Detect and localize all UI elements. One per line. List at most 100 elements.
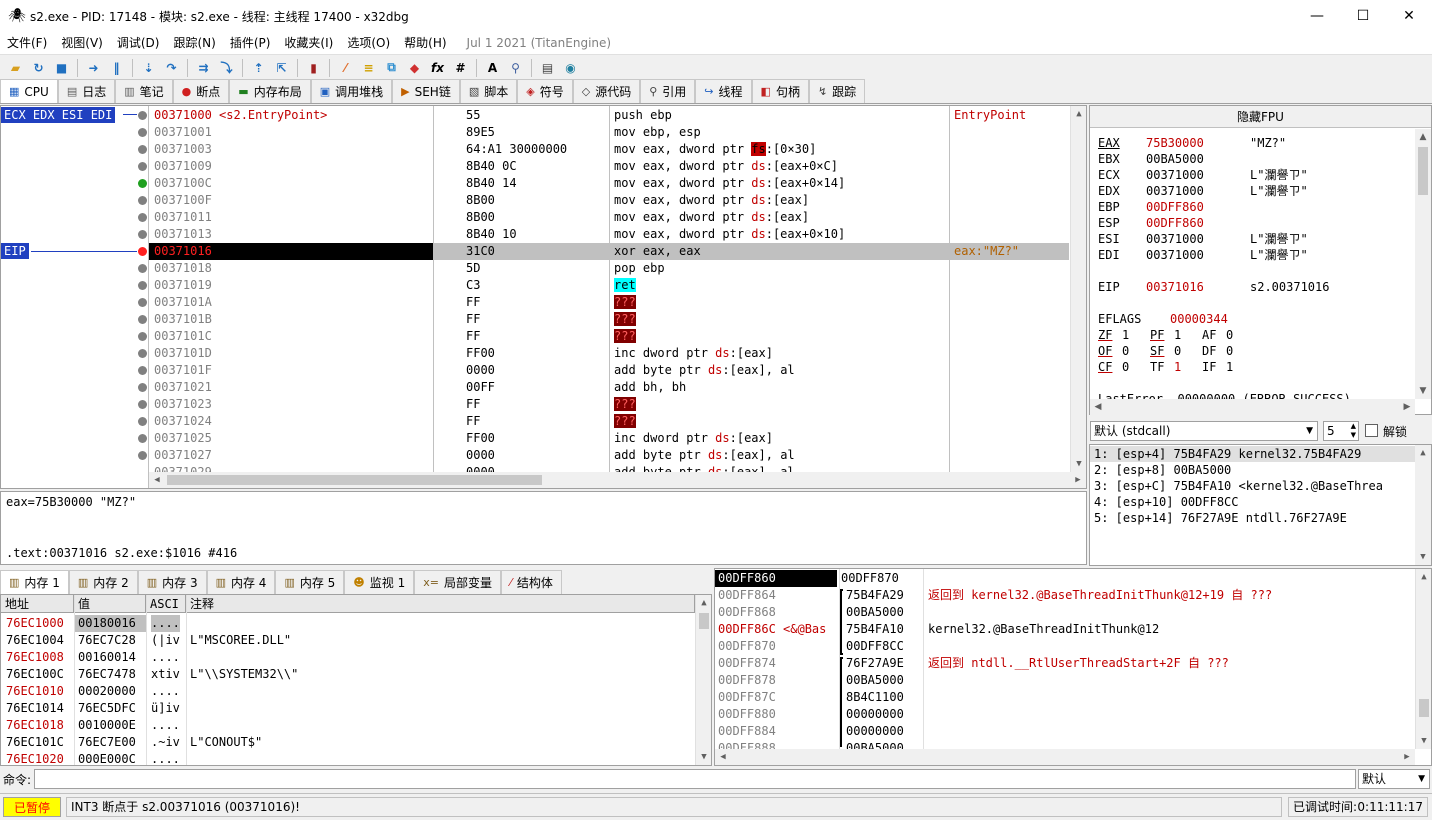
register-ecx[interactable]: ECX 00371000 L"瀾譽ㄗ" [1098, 167, 1308, 183]
dump-row[interactable]: 76EC1000 00180016.... [1, 615, 695, 632]
stack-row[interactable]: 00DFF870 00DFF8CC [715, 638, 1415, 655]
scroll-right-icon[interactable]: ▶ [1399, 749, 1415, 765]
menu-item[interactable]: 视图(V) [54, 32, 110, 54]
command-mode-select[interactable]: 默认 ▼ [1358, 769, 1430, 789]
dump-tab-7[interactable]: ⁄ 结构体 [500, 570, 562, 594]
dump-tab-2[interactable]: ▥ 内存 3 [137, 570, 207, 594]
tab-4[interactable]: ▬ 内存布局 [229, 79, 311, 103]
scroll-down-icon[interactable]: ▼ [1071, 456, 1087, 472]
menu-item[interactable]: 调试(D) [110, 32, 167, 54]
breakpoint-dot[interactable] [138, 145, 147, 154]
breakpoint-dot[interactable] [138, 383, 147, 392]
breakpoint-dot[interactable] [138, 230, 147, 239]
scroll-left-icon[interactable]: ◀ [149, 472, 165, 488]
stack-arg-row[interactable]: 5: [esp+14] 76F27A9E ntdll.76F27A9E [1090, 510, 1415, 526]
tab-2[interactable]: ▥ 笔记 [115, 79, 173, 103]
scroll-up-icon[interactable]: ▲ [1071, 106, 1087, 122]
menu-item[interactable]: 插件(P) [223, 32, 278, 54]
breakpoint-dot[interactable] [138, 264, 147, 273]
scroll-down-icon[interactable]: ▼ [1416, 733, 1432, 749]
stack-arg-row[interactable]: 2: [esp+8] 00BA5000 [1090, 462, 1415, 478]
breakpoint-dot[interactable] [138, 162, 147, 171]
scroll-right-icon[interactable]: ▶ [1399, 399, 1415, 415]
register-ebx[interactable]: EBX 00BA5000 [1098, 151, 1250, 167]
tab-10[interactable]: ⚲ 引用 [640, 79, 696, 103]
register-esi[interactable]: ESI 00371000 L"瀾譽ㄗ" [1098, 231, 1308, 247]
globe-icon[interactable]: ◉ [562, 59, 580, 77]
stop-icon[interactable]: ■ [53, 59, 71, 77]
unlock-checkbox[interactable] [1365, 424, 1378, 437]
minimize-button[interactable]: — [1294, 0, 1340, 32]
dump-row[interactable]: 76EC1020 000E000C.... [1, 751, 695, 768]
calculator-icon[interactable]: ▤ [539, 59, 557, 77]
dump-tab-6[interactable]: x= 局部变量 [414, 570, 501, 594]
stack-arg-row[interactable]: 1: [esp+4] 75B4FA29 kernel32.75B4FA29 [1090, 446, 1415, 462]
tab-11[interactable]: ↪ 线程 [695, 79, 752, 103]
scroll-thumb[interactable] [167, 475, 542, 485]
menu-item[interactable]: 选项(O) [340, 32, 397, 54]
scroll-left-icon[interactable]: ◀ [715, 749, 731, 765]
breakpoint-dot[interactable] [138, 417, 147, 426]
flag-name[interactable]: TF [1150, 359, 1174, 375]
breakpoint-dot[interactable] [138, 281, 147, 290]
scroll-down-icon[interactable]: ▼ [1415, 549, 1431, 565]
breakpoint-dot[interactable] [138, 298, 147, 307]
tab-8[interactable]: ◈ 符号 [517, 79, 573, 103]
pause-icon[interactable]: ‖ [108, 59, 126, 77]
tab-3[interactable]: ● 断点 [172, 79, 230, 103]
scroll-left-icon[interactable]: ◀ [1090, 399, 1106, 415]
menu-item[interactable]: 收藏夹(I) [277, 32, 340, 54]
breakpoint-dot[interactable] [138, 332, 147, 341]
register-eax[interactable]: EAX 75B30000 "MZ?" [1098, 135, 1286, 151]
flag-name[interactable]: DF [1202, 343, 1226, 359]
calling-convention-select[interactable]: 默认 (stdcall) ▼ [1090, 421, 1318, 441]
breakpoint-dot[interactable] [138, 349, 147, 358]
flag-name[interactable]: IF [1202, 359, 1226, 375]
dump-row[interactable]: 76EC1018 0010000E.... [1, 717, 695, 734]
menu-item[interactable]: 跟踪(N) [166, 32, 222, 54]
stack-row[interactable]: 00DFF884 00000000 [715, 723, 1415, 740]
scroll-right-icon[interactable]: ▶ [1070, 472, 1086, 488]
stack-row[interactable]: 00DFF868 00BA5000 [715, 604, 1415, 621]
breakpoint-dot[interactable] [138, 196, 147, 205]
tab-0[interactable]: ▦ CPU [0, 79, 58, 103]
scroll-down-icon[interactable]: ▼ [696, 749, 712, 765]
breakpoint-dot[interactable] [138, 247, 147, 256]
register-edi[interactable]: EDI 00371000 L"瀾譽ㄗ" [1098, 247, 1308, 263]
breakpoint-dot[interactable] [138, 128, 147, 137]
step-over-icon[interactable]: ↷ [163, 59, 181, 77]
registers-vscroll[interactable]: ▲ ▼ [1415, 129, 1431, 399]
scroll-up-icon[interactable]: ▲ [1415, 129, 1431, 145]
dump-row[interactable]: 76EC1004 76EC7C28 (|iv L"MSCOREE.DLL" [1, 632, 695, 649]
tab-12[interactable]: ◧ 句柄 [751, 79, 809, 103]
hash-icon[interactable]: # [452, 59, 470, 77]
trace-over-icon[interactable]: ⤵ [218, 59, 236, 77]
comments-icon[interactable]: ≡ [360, 59, 378, 77]
dump-row[interactable]: 76EC1010 00020000.... [1, 683, 695, 700]
hide-fpu-button[interactable]: 隐藏FPU [1090, 106, 1431, 128]
stack-row[interactable]: 00DFF880 00000000 [715, 706, 1415, 723]
scroll-thumb[interactable] [1418, 147, 1428, 195]
bookmarks-icon[interactable]: ◆ [406, 59, 424, 77]
breakpoint-dot[interactable] [138, 179, 147, 188]
dump-tab-4[interactable]: ▥ 内存 5 [275, 570, 345, 594]
disasm-hscroll[interactable]: ◀ ▶ [149, 472, 1086, 488]
find-icon[interactable]: ⚲ [507, 59, 525, 77]
stack-view[interactable]: 00DFF860 00DFF870 00DFF864 75B4FA29 返回到 ke… [714, 568, 1432, 766]
stack-row[interactable]: 00DFF874 76F27A9E 返回到 ntdll.__RtlUserThrea… [715, 655, 1415, 672]
stack-row[interactable]: 00DFF87C 8B4C1100 [715, 689, 1415, 706]
dump-row[interactable]: 76EC100C 76EC7478 xtiv L"\\SYSTEM32\\" [1, 666, 695, 683]
tab-13[interactable]: ↯ 跟踪 [808, 79, 866, 103]
trace-into-icon[interactable]: ⇉ [195, 59, 213, 77]
flag-name[interactable]: CF [1098, 359, 1122, 375]
execute-till-return-icon[interactable]: ⇡ [250, 59, 268, 77]
breakpoint-dot[interactable] [138, 451, 147, 460]
flag-name[interactable]: OF [1098, 343, 1122, 359]
flag-name[interactable]: SF [1150, 343, 1174, 359]
register-eip[interactable]: EIP 00371016 s2.00371016 [1098, 279, 1329, 295]
font-icon[interactable]: A [484, 59, 502, 77]
register-edx[interactable]: EDX 00371000 L"瀾譽ㄗ" [1098, 183, 1308, 199]
stack-row[interactable]: 00DFF864 75B4FA29 返回到 kernel32.@BaseThread… [715, 587, 1415, 604]
scroll-up-icon[interactable]: ▲ [1416, 569, 1432, 585]
dump-tab-5[interactable]: ☻ 监视 1 [344, 570, 415, 594]
